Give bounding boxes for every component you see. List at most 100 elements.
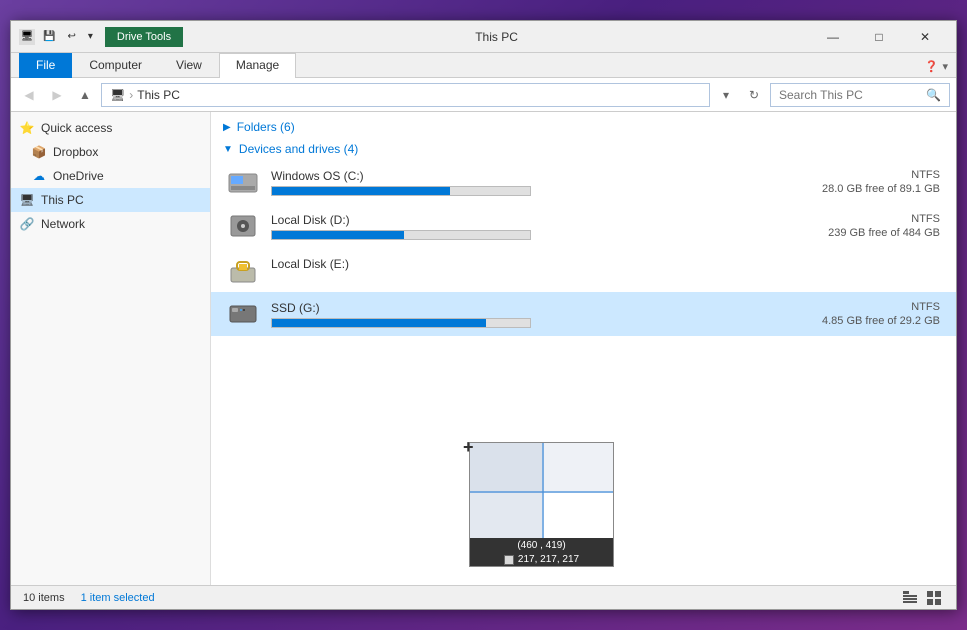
path-icon: 🖥 (110, 88, 125, 102)
drive-item-d[interactable]: Local Disk (D:) NTFS 239 GB free of 484 … (211, 204, 956, 248)
drive-icon-d (227, 210, 259, 242)
magnifier-crosshair-v (542, 443, 544, 538)
drive-fs-d: NTFS (911, 213, 940, 225)
window-controls: — □ ✕ (810, 21, 948, 53)
dropbox-icon: 📦 (31, 144, 47, 160)
drive-meta-g: NTFS 4.85 GB free of 29.2 GB (800, 301, 940, 327)
drive-bar-g (271, 318, 531, 328)
address-path[interactable]: 🖥 › This PC (101, 83, 710, 107)
drive-info-c: Windows OS (C:) (271, 169, 788, 196)
folders-section-header[interactable]: ▶ Folders (6) (211, 116, 956, 138)
drive-name-e: Local Disk (E:) (271, 257, 788, 271)
drive-bar-fill-d (272, 231, 404, 239)
drive-icon-c (227, 166, 259, 198)
file-explorer-window: 🖥 💾 ↩ ▾ Drive Tools This PC — □ ✕ File C… (10, 20, 957, 610)
view-details-btn[interactable] (900, 588, 920, 608)
this-pc-icon: 🖥 (19, 192, 35, 208)
minimize-button[interactable]: — (810, 21, 856, 53)
search-input[interactable] (779, 88, 922, 102)
ribbon-tabs: File Computer View Manage ❓ ▾ (11, 53, 956, 77)
drive-bar-d (271, 230, 531, 240)
drive-space-g: 4.85 GB free of 29.2 GB (822, 315, 940, 327)
path-label: This PC (137, 88, 180, 102)
ribbon: File Computer View Manage ❓ ▾ (11, 53, 956, 78)
drive-fs-g: NTFS (911, 301, 940, 313)
drive-meta-d: NTFS 239 GB free of 484 GB (800, 213, 940, 239)
content-area: ▶ Folders (6) ▼ Devices and drives (4) (211, 112, 956, 585)
status-right (900, 588, 944, 608)
drive-name-g: SSD (G:) (271, 301, 788, 315)
tab-view[interactable]: View (159, 53, 219, 78)
drive-icon-e (227, 254, 259, 286)
address-dropdown-btn[interactable]: ▾ (714, 83, 738, 107)
devices-section-header[interactable]: ▼ Devices and drives (4) (211, 138, 956, 160)
folders-chevron: ▶ (223, 122, 231, 133)
window-title: This PC (183, 30, 810, 44)
drive-info-g: SSD (G:) (271, 301, 788, 328)
refresh-btn[interactable]: ↻ (742, 83, 766, 107)
folders-section-label: Folders (6) (237, 120, 295, 134)
maximize-button[interactable]: □ (856, 21, 902, 53)
sidebar-item-quick-access[interactable]: ⭐ Quick access (11, 116, 210, 140)
drive-info-e: Local Disk (E:) (271, 257, 788, 284)
sidebar-item-dropbox[interactable]: 📦 Dropbox (11, 140, 210, 164)
drive-meta-c: NTFS 28.0 GB free of 89.1 GB (800, 169, 940, 195)
sidebar-item-onedrive[interactable]: ☁ OneDrive (11, 164, 210, 188)
ribbon-collapse-btn[interactable]: ▾ (942, 60, 948, 73)
sidebar-label-quick-access: Quick access (41, 121, 112, 135)
magnifier-color-swatch (504, 555, 514, 565)
magnifier-color-row: 217, 217, 217 (470, 553, 613, 566)
devices-chevron: ▼ (223, 144, 233, 155)
forward-button[interactable]: ▶ (45, 83, 69, 107)
tab-file[interactable]: File (19, 53, 72, 78)
drive-bar-fill-g (272, 319, 486, 327)
magnifier-popup: (460 , 419) 217, 217, 217 (469, 442, 614, 567)
magnifier-canvas (470, 443, 613, 538)
quick-access-icon: ⭐ (19, 120, 35, 136)
up-button[interactable]: ▲ (73, 83, 97, 107)
sidebar-item-this-pc[interactable]: 🖥 This PC (11, 188, 210, 212)
app-icon: 🖥 (19, 29, 35, 45)
undo-btn[interactable]: ↩ (63, 29, 79, 44)
quick-save-btn[interactable]: 💾 (39, 29, 59, 44)
drive-item-c[interactable]: Windows OS (C:) NTFS 28.0 GB free of 89.… (211, 160, 956, 204)
selected-label: 1 item selected (81, 592, 155, 604)
status-left: 10 items 1 item selected (23, 592, 155, 604)
sidebar-label-network: Network (41, 217, 85, 231)
devices-section-label: Devices and drives (4) (239, 142, 358, 156)
drive-bar-c (271, 186, 531, 196)
view-tiles-btn[interactable] (924, 588, 944, 608)
sidebar: ⭐ Quick access 📦 Dropbox ☁ OneDrive 🖥 Th… (11, 112, 211, 585)
status-bar: 10 items 1 item selected (11, 585, 956, 609)
title-bar: 🖥 💾 ↩ ▾ Drive Tools This PC — □ ✕ (11, 21, 956, 53)
drive-fs-c: NTFS (911, 169, 940, 181)
drive-meta-e (800, 269, 940, 271)
drive-space-d: 239 GB free of 484 GB (828, 227, 940, 239)
drive-info-d: Local Disk (D:) (271, 213, 788, 240)
network-icon: 🔗 (19, 216, 35, 232)
sidebar-label-dropbox: Dropbox (53, 145, 98, 159)
customize-qat-btn[interactable]: ▾ (84, 29, 97, 44)
items-count: 10 items (23, 592, 65, 604)
search-box: 🔍 (770, 83, 950, 107)
drive-space-c: 28.0 GB free of 89.1 GB (822, 183, 940, 195)
drive-item-g[interactable]: SSD (G:) NTFS 4.85 GB free of 29.2 GB (211, 292, 956, 336)
tab-manage[interactable]: Manage (219, 53, 296, 78)
tab-computer[interactable]: Computer (72, 53, 159, 78)
sidebar-label-this-pc: This PC (41, 193, 84, 207)
magnifier-coords: (460 , 419) (470, 538, 613, 553)
search-icon: 🔍 (926, 88, 941, 102)
drive-item-e[interactable]: Local Disk (E:) (211, 248, 956, 292)
sidebar-item-network[interactable]: 🔗 Network (11, 212, 210, 236)
close-button[interactable]: ✕ (902, 21, 948, 53)
back-button[interactable]: ◀ (17, 83, 41, 107)
magnifier-color-values: 217, 217, 217 (518, 554, 579, 565)
drive-tools-ribbon-context[interactable]: Drive Tools (105, 27, 183, 47)
help-btn[interactable]: ❓ (925, 60, 939, 73)
drive-name-d: Local Disk (D:) (271, 213, 788, 227)
drive-name-c: Windows OS (C:) (271, 169, 788, 183)
main-content: ⭐ Quick access 📦 Dropbox ☁ OneDrive 🖥 Th… (11, 112, 956, 585)
sidebar-label-onedrive: OneDrive (53, 169, 104, 183)
drive-icon-g (227, 298, 259, 330)
onedrive-icon: ☁ (31, 168, 47, 184)
